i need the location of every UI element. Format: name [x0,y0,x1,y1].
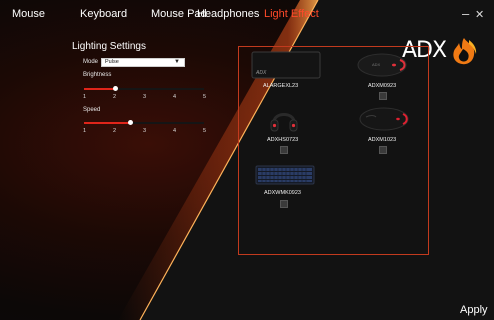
slider-tick-label: 3 [143,94,147,100]
slider-tick-label: 1 [83,128,87,134]
keyboard-icon [255,165,315,185]
device-checkbox[interactable] [280,200,288,208]
slider-fill [84,122,132,124]
tab-mouse[interactable]: Mouse [12,8,45,20]
mouse-pad-icon: ADX [251,51,321,79]
slider-tick-label: 5 [203,128,207,134]
device-checkbox[interactable] [379,92,387,100]
top-navigation: Mouse Keyboard Mouse Pad Headphones Ligh… [0,0,494,30]
mode-dropdown[interactable]: Pulse ▼ [101,58,185,67]
dropdown-arrow-icon: ▼ [174,59,180,65]
apply-button[interactable]: Apply [460,304,488,316]
device-name: ADXM1023 [368,137,397,143]
gaming-mouse-icon: ADX [357,53,407,77]
device-name: ADXHS0723 [267,137,299,143]
device-name: ADXWMK0923 [264,190,301,196]
slider-handle[interactable] [128,120,133,125]
brightness-label: Brightness [83,72,112,78]
headset-icon [270,113,298,132]
tab-keyboard[interactable]: Keyboard [80,8,127,20]
slider-tick-label: 2 [113,128,117,134]
slider-tick-label: 2 [113,94,117,100]
mode-value: Pulse [105,59,119,65]
slider-tick-label: 4 [173,128,177,134]
slider-tick-label: 3 [143,128,147,134]
device-checkbox[interactable] [379,146,387,154]
flame-logo-icon [453,38,477,65]
slider-tick-label: 5 [203,94,207,100]
speed-label: Speed [83,107,101,113]
device-checkbox[interactable] [280,146,288,154]
tab-light-effect[interactable]: Light Effect [264,8,319,20]
panel-title: Lighting Settings [72,41,146,52]
slider-tick-label: 4 [173,94,177,100]
mousepad-print: ADX [255,70,267,76]
device-name: ALARGEXL23 [263,83,299,89]
gaming-mouse-icon [359,107,409,131]
lighting-app-window: Mouse Keyboard Mouse Pad Headphones Ligh… [0,0,494,320]
device-name: ADXM0923 [368,83,397,89]
svg-text:ADX: ADX [372,62,381,67]
slider-tick-label: 1 [83,94,87,100]
tab-headphones[interactable]: Headphones [197,8,259,20]
mode-label: Mode [83,59,99,65]
close-button[interactable]: ✕ [475,8,484,21]
slider-handle[interactable] [113,86,118,91]
minimize-button[interactable]: – [462,6,469,21]
